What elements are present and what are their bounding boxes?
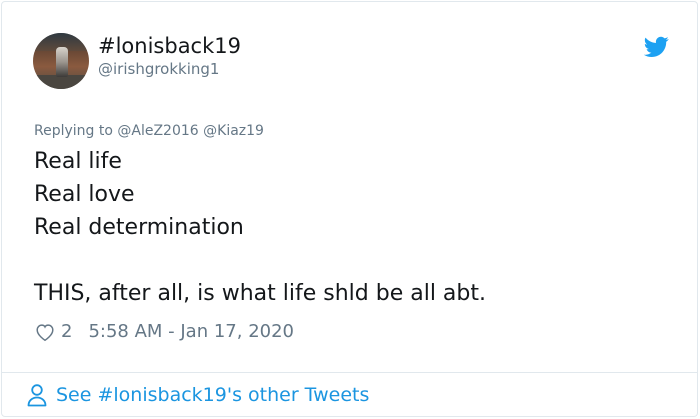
heart-outline-icon[interactable] (34, 321, 56, 343)
avatar-figure (56, 47, 68, 77)
tweet-line: THIS, after all, is what life shld be al… (34, 281, 486, 306)
see-other-tweets-link[interactable]: See #lonisback19's other Tweets (26, 383, 369, 407)
replying-to: Replying to @AleZ2016 @Kiaz19 (34, 122, 264, 140)
see-other-tweets-label[interactable]: See #lonisback19's other Tweets (56, 383, 369, 407)
like-count[interactable]: 2 (61, 320, 72, 344)
avatar[interactable] (33, 33, 89, 89)
mention-link[interactable]: @AleZ2016 (117, 123, 198, 139)
tweet-meta: 2 5:58 AM - Jan 17, 2020 (34, 320, 294, 344)
timestamp[interactable]: 5:58 AM - Jan 17, 2020 (88, 320, 294, 344)
tweet-line: Real life (34, 149, 122, 174)
tweet-text: Real life Real love Real determination T… (34, 145, 486, 310)
person-icon (27, 384, 47, 407)
embedded-tweet-card: #lonisback19 @irishgrokking1 Replying to… (1, 1, 698, 417)
replying-prefix: Replying to (34, 123, 113, 139)
user-handle[interactable]: @irishgrokking1 (98, 60, 219, 78)
divider (2, 372, 697, 373)
mention-link[interactable]: @Kiaz19 (203, 123, 264, 139)
avatar-ground (33, 75, 89, 89)
twitter-bird-icon[interactable] (644, 36, 669, 58)
display-name[interactable]: #lonisback19 (98, 33, 241, 59)
tweet-line: Real love (34, 182, 135, 207)
tweet-line: Real determination (34, 215, 244, 240)
